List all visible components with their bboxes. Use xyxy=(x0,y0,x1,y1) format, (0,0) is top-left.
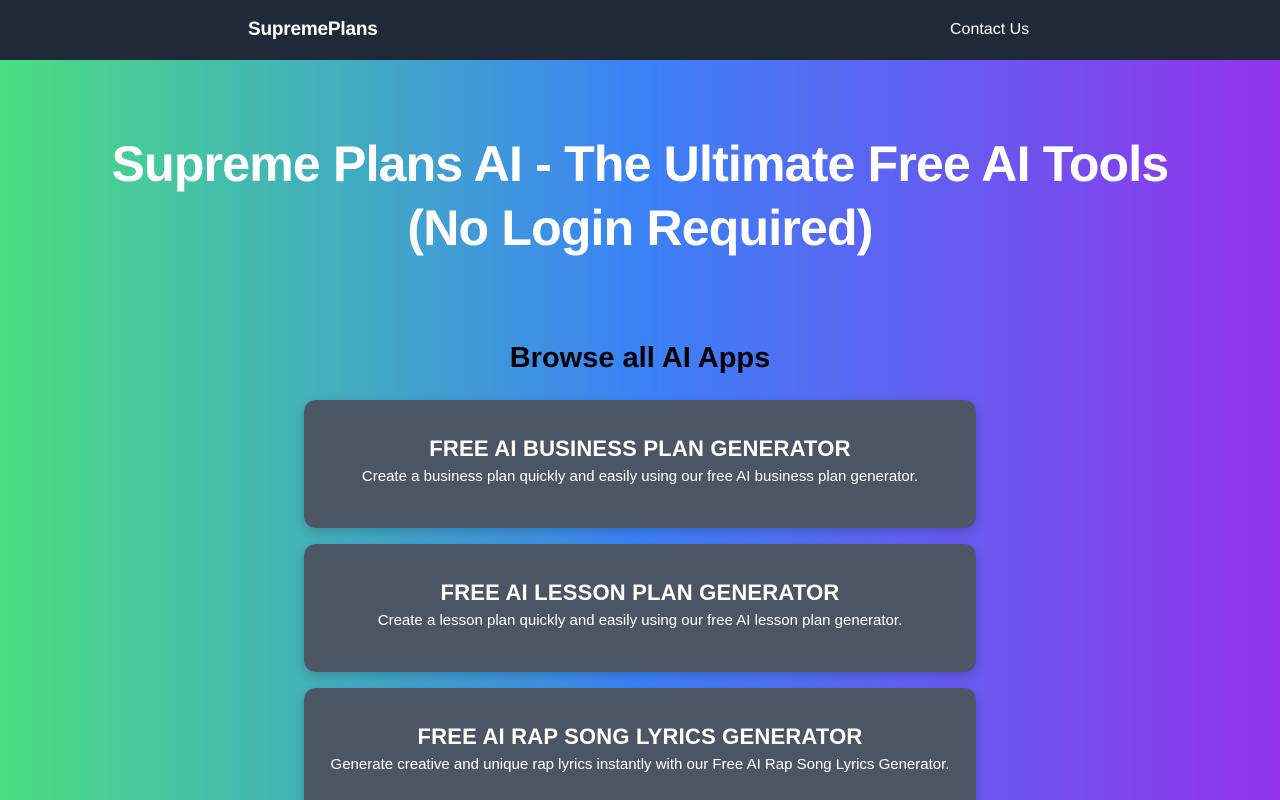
app-card-description: Generate creative and unique rap lyrics … xyxy=(330,756,950,773)
hero-title: Supreme Plans AI - The Ultimate Free AI … xyxy=(111,136,1170,256)
top-navbar: SupremePlans Contact Us xyxy=(0,0,1280,60)
app-card-business-plan[interactable]: FREE AI BUSINESS PLAN GENERATOR Create a… xyxy=(304,400,976,528)
brand-logo-link[interactable]: SupremePlans xyxy=(248,0,378,60)
contact-us-link[interactable]: Contact Us xyxy=(950,0,1029,60)
browse-apps-heading: Browse all AI Apps xyxy=(509,342,771,374)
app-card-title: FREE AI LESSON PLAN GENERATOR xyxy=(440,580,840,605)
app-card-description: Create a business plan quickly and easil… xyxy=(361,468,919,485)
app-card-description: Create a lesson plan quickly and easily … xyxy=(377,612,903,629)
app-card-rap-lyrics[interactable]: FREE AI RAP SONG LYRICS GENERATOR Genera… xyxy=(304,688,976,800)
app-card-list: FREE AI BUSINESS PLAN GENERATOR Create a… xyxy=(304,400,976,800)
app-card-title: FREE AI BUSINESS PLAN GENERATOR xyxy=(429,436,851,461)
app-card-lesson-plan[interactable]: FREE AI LESSON PLAN GENERATOR Create a l… xyxy=(304,544,976,672)
app-card-title: FREE AI RAP SONG LYRICS GENERATOR xyxy=(417,724,863,749)
